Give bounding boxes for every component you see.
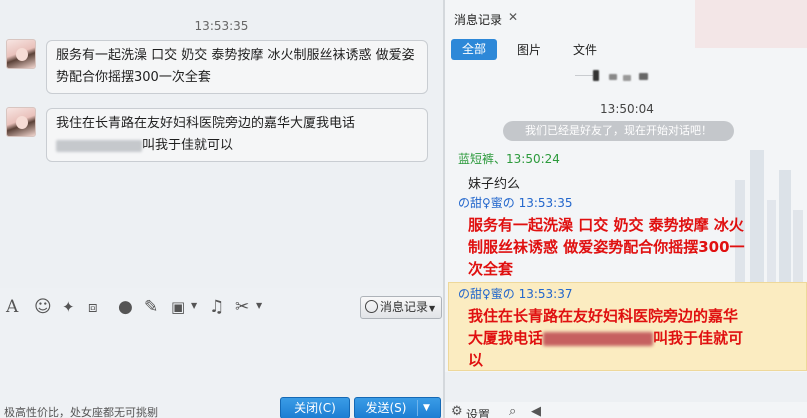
- history-sender: の甜♀蜜の 13:53:37: [458, 287, 573, 301]
- chevron-down-icon[interactable]: ▼: [423, 398, 430, 418]
- chat-pane: 13:53:35 服务有一起洗澡 口交 奶交 泰势按摩 冰火制服丝袜诱惑 做爱姿…: [0, 0, 443, 418]
- history-message-text[interactable]: 我住在长青路在友好妇科医院旁边的嘉华 大厦我电话 叫我于佳就可 以: [468, 305, 743, 371]
- music-icon[interactable]: ♫: [209, 297, 224, 317]
- history-message-line: 服务有一起洗澡 口交 奶交 泰势按摩 冰火: [468, 216, 744, 234]
- chat-message-area[interactable]: 13:53:35 服务有一起洗澡 口交 奶交 泰势按摩 冰火制服丝袜诱惑 做爱姿…: [0, 0, 443, 288]
- gear-icon[interactable]: ⚙: [451, 404, 463, 418]
- history-message-line: 制服丝袜诱惑 做爱姿势配合你摇摆300一: [468, 238, 745, 256]
- microphone-icon[interactable]: ●: [118, 297, 133, 317]
- chevron-down-icon[interactable]: ▼: [256, 301, 262, 310]
- history-timestamp: 13:50:04: [600, 102, 654, 116]
- scissors-icon[interactable]: ✂: [235, 297, 249, 317]
- message-text: 我住在长青路在友好妇科医院旁边的嘉华大厦我电话: [56, 116, 356, 131]
- message-text: 叫我于佳就可以: [142, 138, 234, 153]
- close-icon[interactable]: ✕: [508, 10, 518, 24]
- redacted-contact-name: [593, 70, 657, 82]
- message-history-label: 消息记录: [380, 300, 429, 314]
- search-icon[interactable]: ⌕: [509, 404, 516, 418]
- history-message-line: 次全套: [468, 260, 514, 278]
- edit-icon[interactable]: ✎: [144, 297, 158, 317]
- avatar[interactable]: [6, 39, 36, 69]
- history-message-text[interactable]: 服务有一起洗澡 口交 奶交 泰势按摩 冰火 制服丝袜诱惑 做爱姿势配合你摇摆30…: [468, 214, 745, 280]
- history-message-line: 以: [468, 351, 484, 369]
- friend-notice: 我们已经是好友了，现在开始对话吧！: [503, 121, 734, 141]
- filter-files-button[interactable]: 文件: [573, 41, 597, 58]
- history-pane: 消息记录 ✕ 全部 图片 文件 13:50:04 我们已经是好友了，现在开始对话…: [445, 0, 807, 418]
- tab-message-history[interactable]: 消息记录: [454, 11, 502, 28]
- filter-all-button[interactable]: 全部: [451, 39, 497, 60]
- message-history-button[interactable]: 消息记录▼: [360, 296, 442, 319]
- settings-button[interactable]: 设置: [466, 406, 490, 418]
- filter-images-button[interactable]: 图片: [517, 41, 541, 58]
- close-button[interactable]: 关闭(C): [280, 397, 350, 418]
- emoji-icon[interactable]: ☺: [34, 297, 52, 317]
- history-message-line: 大厦我电话 叫我于佳就可: [468, 329, 744, 347]
- history-sender: 蓝短裤、13:50:24: [458, 152, 560, 166]
- redacted-phone-number: [56, 139, 142, 152]
- message-text: 服务有一起洗澡 口交 奶交 泰势按摩 冰火制服丝袜诱惑 做爱姿势配合你摇摆300…: [56, 48, 415, 85]
- history-message-line: 我住在长青路在友好妇科医院旁边的嘉华: [468, 307, 739, 325]
- clock-icon: [365, 300, 378, 313]
- chevron-down-icon: ▼: [429, 304, 436, 313]
- message-bubble[interactable]: 服务有一起洗澡 口交 奶交 泰势按摩 冰火制服丝袜诱惑 做爱姿势配合你摇摆300…: [46, 40, 428, 94]
- message-bubble[interactable]: 我住在长青路在友好妇科医院旁边的嘉华大厦我电话 叫我于佳就可以: [46, 108, 428, 162]
- history-sender: の甜♀蜜の 13:53:35: [458, 196, 573, 210]
- message-input[interactable]: [0, 323, 443, 395]
- avatar[interactable]: [6, 107, 36, 137]
- message-timestamp: 13:53:35: [194, 19, 249, 33]
- send-label: 发送(S): [365, 401, 407, 415]
- history-bottom-bar: [445, 402, 807, 418]
- divider: [417, 400, 418, 416]
- redacted-phone-number: [543, 331, 654, 346]
- magic-icon[interactable]: ✦: [62, 297, 75, 317]
- history-message-text[interactable]: 妹子约么: [468, 173, 520, 192]
- speaker-icon[interactable]: ◀: [531, 404, 541, 418]
- send-button[interactable]: 发送(S) ▼: [354, 397, 441, 418]
- screenshot-icon[interactable]: ⧈: [88, 297, 98, 317]
- chevron-down-icon[interactable]: ▼: [191, 301, 197, 310]
- image-icon[interactable]: ▣: [171, 297, 185, 317]
- signature-text: 极高性价比，处女座都无可挑剔: [4, 406, 158, 418]
- font-icon[interactable]: A: [6, 297, 18, 317]
